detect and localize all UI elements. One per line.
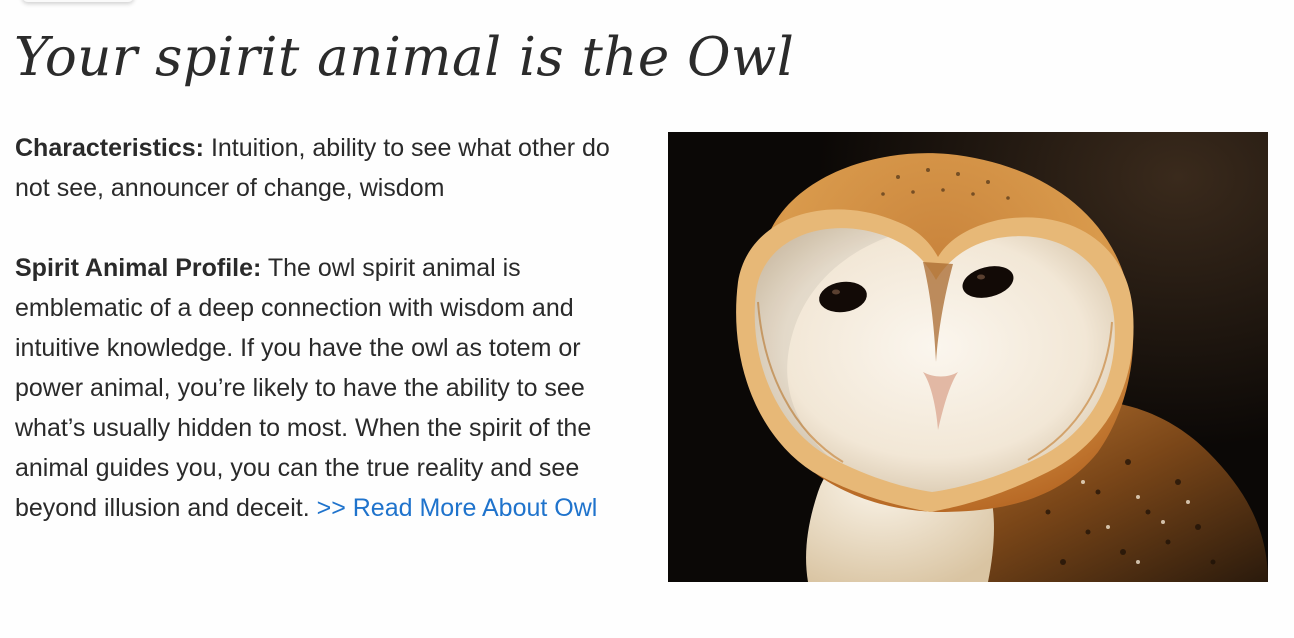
header-tab-edge: [22, 0, 134, 2]
read-more-link[interactable]: >> Read More About Owl: [317, 494, 598, 522]
characteristics-label: Characteristics:: [15, 134, 204, 162]
profile-label: Spirit Animal Profile:: [15, 254, 262, 282]
barn-owl-illustration: [668, 132, 1268, 582]
characteristics-paragraph: Characteristics: Intuition, ability to s…: [15, 128, 620, 208]
profile-paragraph: Spirit Animal Profile: The owl spirit an…: [15, 248, 620, 528]
profile-text: The owl spirit animal is emblematic of a…: [15, 254, 592, 522]
page-title: Your spirit animal is the Owl: [14, 27, 795, 88]
owl-photo: [668, 132, 1268, 582]
spirit-animal-description: Characteristics: Intuition, ability to s…: [15, 128, 620, 528]
